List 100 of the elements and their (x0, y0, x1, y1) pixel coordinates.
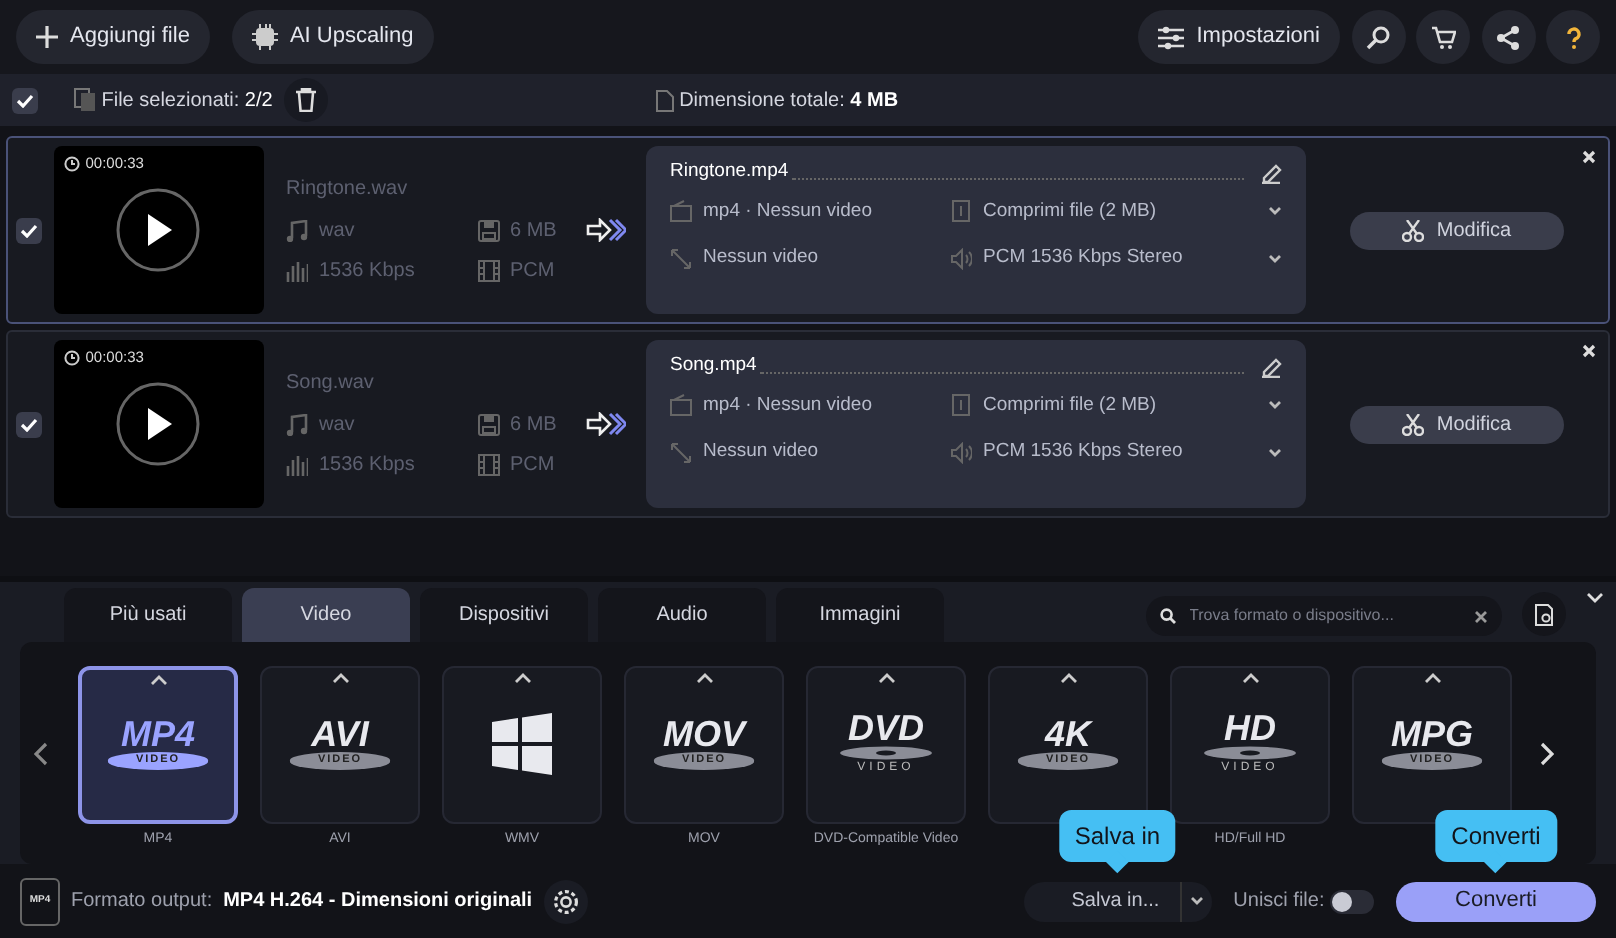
merge-files-toggle[interactable] (1330, 889, 1374, 913)
format-tab[interactable]: Video (242, 588, 410, 642)
ai-upscaling-button[interactable]: AI Upscaling (231, 10, 434, 64)
format-logo: AVI (311, 716, 369, 753)
search-icon[interactable] (1366, 25, 1390, 49)
scissors-icon (1402, 413, 1425, 435)
compress-dropdown[interactable]: Comprimi file (2 MB) (983, 197, 1157, 226)
chevron-down-icon[interactable] (1268, 447, 1282, 458)
convert-arrow-icon (586, 218, 626, 242)
source-format: wav (319, 411, 355, 439)
scissors-icon (1402, 219, 1425, 241)
settings-button[interactable]: Impostazioni (1138, 10, 1340, 64)
music-note-icon (286, 219, 308, 241)
chevron-up-icon (331, 672, 349, 684)
floppy-icon (477, 413, 499, 435)
source-codec: PCM (510, 258, 555, 286)
chevron-up-icon (695, 672, 713, 684)
chevron-down-icon[interactable] (1586, 592, 1604, 604)
format-tab[interactable]: Più usati (64, 588, 232, 642)
check-icon (16, 93, 34, 107)
source-bitrate: 1536 Kbps (319, 452, 415, 480)
output-file-name: Song.mp4 (670, 352, 757, 380)
tv-icon (670, 394, 692, 417)
pencil-icon[interactable] (1260, 161, 1282, 184)
tv-icon (670, 200, 692, 223)
cart-icon[interactable] (1431, 25, 1455, 49)
compress-dropdown[interactable]: Comprimi file (2 MB) (983, 391, 1157, 420)
close-icon[interactable] (1582, 344, 1596, 358)
search-input[interactable]: Trova formato o dispositivo... (1185, 602, 1463, 631)
check-icon (20, 223, 38, 237)
format-tab[interactable]: Dispositivi (420, 588, 588, 642)
source-codec: PCM (510, 452, 555, 480)
document-icon (950, 200, 972, 223)
audio-dropdown[interactable]: PCM 1536 Kbps Stereo (983, 438, 1183, 467)
save-options-button[interactable] (1179, 881, 1212, 921)
chevron-left-icon[interactable] (34, 742, 48, 766)
total-size-value: 4 MB (850, 87, 899, 115)
format-tab[interactable]: Immagini (776, 588, 944, 642)
edit-button[interactable]: Modifica (1350, 405, 1564, 443)
disc-icon (838, 745, 934, 759)
chevron-up-icon (1059, 672, 1077, 684)
format-logo: DVD (847, 709, 924, 745)
film-strip-icon (477, 454, 499, 476)
chevron-down-icon[interactable] (1268, 253, 1282, 264)
total-size-label: Dimensione totale: (679, 87, 845, 115)
output-format-text: mp4 · Nessun video (703, 197, 872, 226)
format-logo: MPG (1390, 716, 1473, 753)
chevron-down-icon (1189, 896, 1204, 906)
search-icon (1159, 608, 1175, 625)
file-checkbox[interactable] (16, 411, 42, 437)
file-checkbox[interactable] (16, 217, 42, 243)
format-search-field[interactable]: Trova formato o dispositivo... (1145, 596, 1501, 637)
files-icon (74, 88, 96, 112)
selected-files-count: 2/2 (244, 87, 273, 115)
convert-arrow-icon (586, 412, 626, 436)
play-icon[interactable] (116, 382, 200, 466)
selected-files-label: File selezionati: (101, 87, 240, 115)
format-tile[interactable] (442, 666, 602, 824)
resize-icon (670, 247, 692, 270)
close-icon[interactable] (1582, 150, 1596, 164)
bars-icon (286, 260, 308, 282)
play-icon[interactable] (116, 188, 200, 272)
output-file-name: Ringtone.mp4 (670, 158, 789, 186)
format-logo: 4K (1044, 716, 1091, 753)
speaker-icon (950, 441, 972, 464)
convert-button[interactable]: Converti (1396, 881, 1596, 921)
document-search-icon[interactable] (1533, 603, 1555, 626)
select-all-checkbox[interactable] (12, 87, 38, 113)
output-format-text: mp4 · Nessun video (703, 391, 872, 420)
help-icon[interactable] (1561, 25, 1585, 49)
format-tab[interactable]: Audio (598, 588, 766, 642)
chevron-up-icon (149, 674, 167, 686)
share-icon[interactable] (1496, 25, 1520, 49)
clear-icon[interactable] (1473, 609, 1487, 624)
chevron-down-icon[interactable] (1268, 400, 1282, 411)
film-strip-icon (477, 260, 499, 282)
save-to-button[interactable]: Salva in... (1023, 881, 1180, 921)
add-file-button[interactable]: Aggiungi file (16, 10, 210, 64)
audio-dropdown[interactable]: PCM 1536 Kbps Stereo (983, 244, 1183, 273)
tooltip: Salva in (1058, 809, 1177, 873)
chevron-up-icon (513, 672, 531, 684)
windows-logo-icon (488, 711, 556, 775)
settings-icon[interactable] (551, 887, 580, 915)
resize-icon (670, 441, 692, 464)
source-bitrate: 1536 Kbps (319, 258, 415, 286)
chevron-up-icon (1241, 672, 1259, 684)
pencil-icon[interactable] (1260, 355, 1282, 378)
chevron-down-icon[interactable] (1268, 206, 1282, 217)
clock-icon (64, 155, 80, 172)
sliders-icon (1158, 25, 1185, 49)
trash-icon[interactable] (295, 88, 316, 112)
chevron-right-icon[interactable] (1540, 742, 1554, 766)
tooltip: Converti (1435, 809, 1557, 873)
format-logo: HD (1224, 709, 1276, 745)
edit-button[interactable]: Modifica (1350, 211, 1564, 249)
speaker-icon (950, 247, 972, 270)
chip-icon (251, 24, 278, 50)
plus-icon (36, 26, 58, 48)
chevron-up-icon (1423, 672, 1441, 684)
source-size: 6 MB (510, 217, 557, 245)
